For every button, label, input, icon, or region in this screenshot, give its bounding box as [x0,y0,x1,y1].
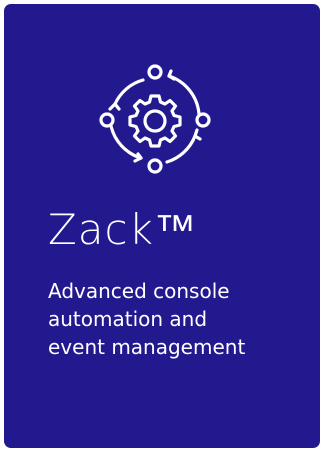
description-line: automation and [48,307,208,331]
product-title: Zack™ [48,205,197,254]
description-line: Advanced console [48,279,230,303]
product-card[interactable]: Zack™ Advanced console automation and ev… [4,4,320,448]
automation-cycle-gear-icon [95,60,215,176]
product-description: Advanced console automation and event ma… [48,277,298,361]
description-line: event management [48,335,246,359]
